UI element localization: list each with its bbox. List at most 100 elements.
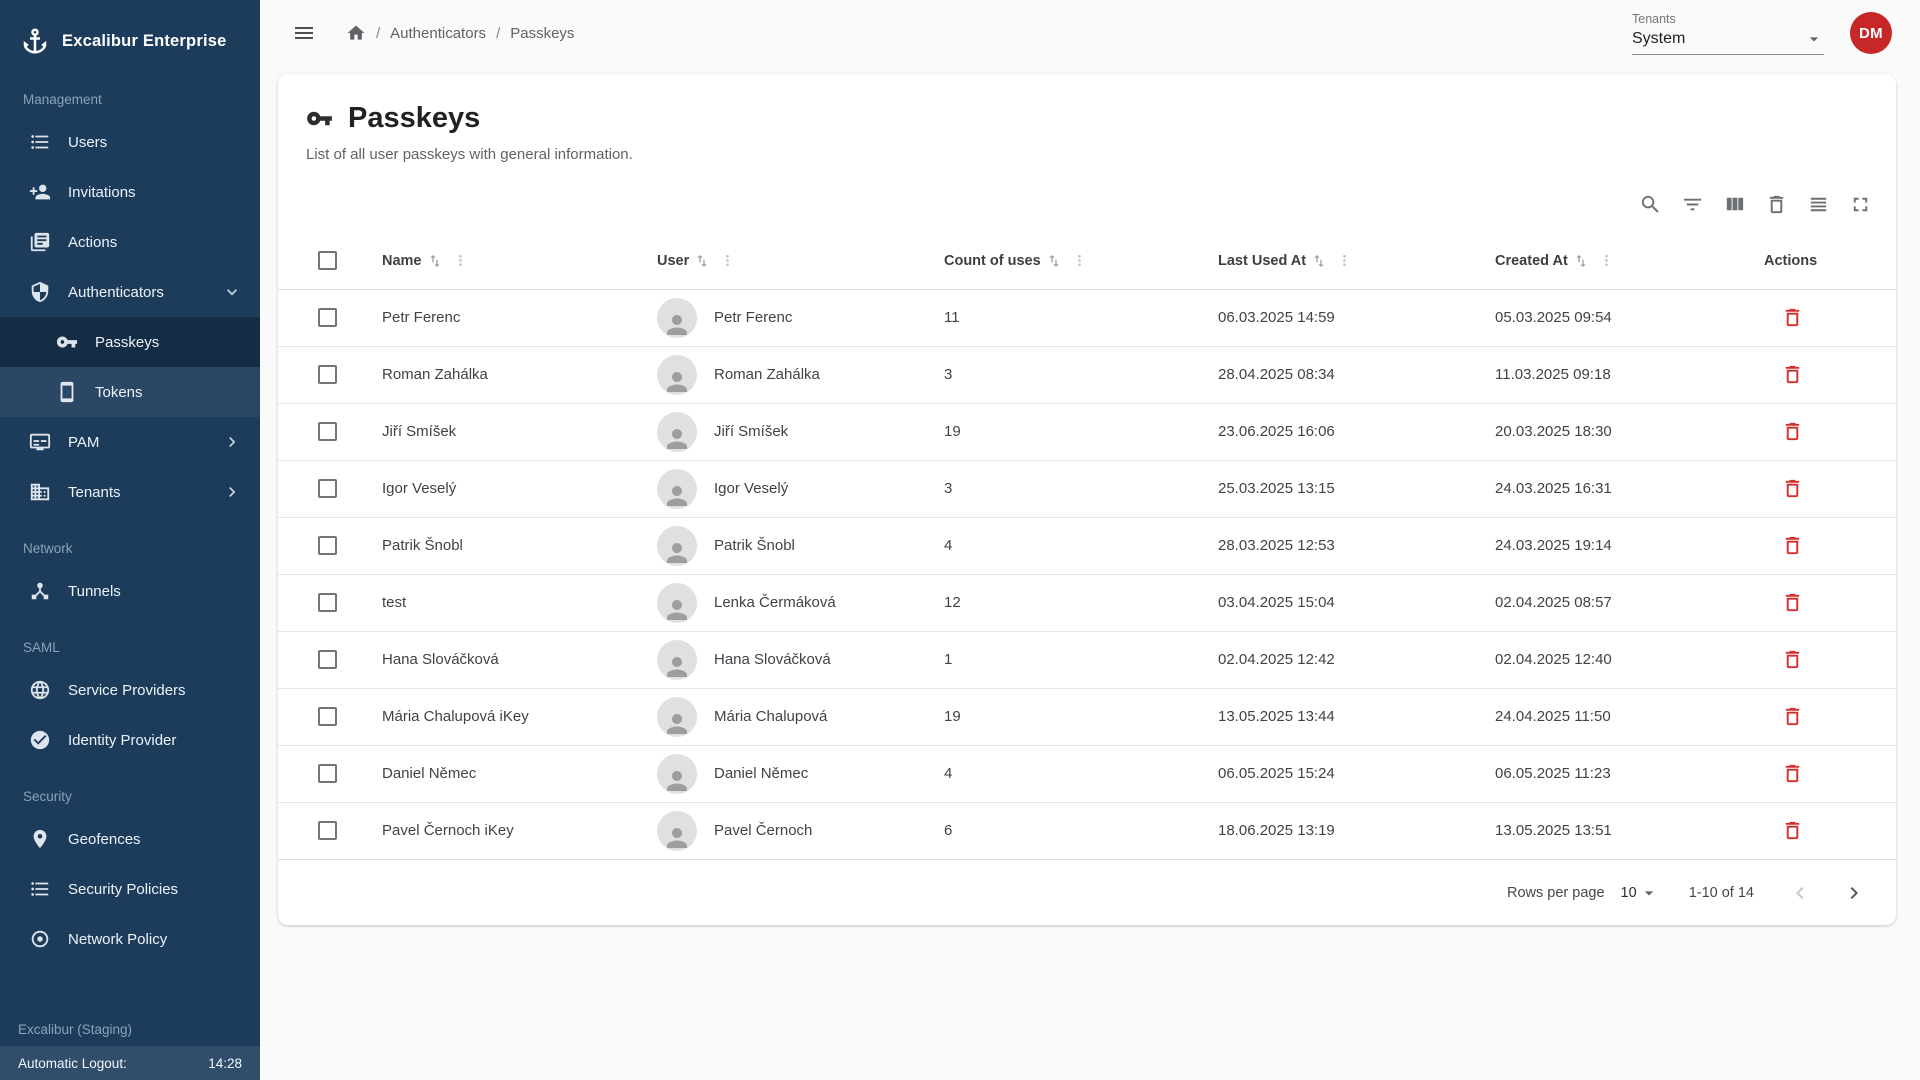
column-menu-icon[interactable] xyxy=(1071,252,1088,269)
previous-page-button[interactable] xyxy=(1780,873,1820,913)
fullscreen-button[interactable] xyxy=(1840,184,1880,224)
passkey-name: Hana Slováčková xyxy=(382,651,499,668)
card-header: Passkeys List of all user passkeys with … xyxy=(278,74,1896,163)
row-checkbox[interactable] xyxy=(318,764,337,783)
sidebar-item-passkeys[interactable]: Passkeys xyxy=(0,317,260,367)
delete-selected-button[interactable] xyxy=(1756,184,1796,224)
sidebar-item-tenants[interactable]: Tenants xyxy=(0,467,260,517)
filter-button[interactable] xyxy=(1672,184,1712,224)
row-checkbox[interactable] xyxy=(318,479,337,498)
row-checkbox[interactable] xyxy=(318,650,337,669)
column-header-created[interactable]: Created At xyxy=(1495,233,1764,289)
breadcrumb-authenticators[interactable]: Authenticators xyxy=(390,25,486,42)
passkey-name: test xyxy=(382,594,406,611)
breadcrumb-home[interactable] xyxy=(346,23,366,43)
row-checkbox[interactable] xyxy=(318,536,337,555)
table-row[interactable]: Igor Veselý Igor Veselý 3 25.03.2025 13:… xyxy=(278,460,1896,517)
user-avatar xyxy=(657,640,697,680)
column-header-count[interactable]: Count of uses xyxy=(944,233,1218,289)
delete-row-button[interactable] xyxy=(1772,412,1812,452)
sort-icon[interactable] xyxy=(1311,253,1327,269)
count-of-uses: 6 xyxy=(944,822,952,839)
user-avatar xyxy=(657,355,697,395)
delete-row-button[interactable] xyxy=(1772,298,1812,338)
table-row[interactable]: Daniel Němec Daniel Němec 4 06.05.2025 1… xyxy=(278,745,1896,802)
count-of-uses: 19 xyxy=(944,423,961,440)
delete-row-button[interactable] xyxy=(1772,583,1812,623)
table-row[interactable]: Hana Slováčková Hana Slováčková 1 02.04.… xyxy=(278,631,1896,688)
count-of-uses: 19 xyxy=(944,708,961,725)
column-menu-icon[interactable] xyxy=(719,252,736,269)
tenant-select[interactable]: Tenants System xyxy=(1632,12,1824,55)
row-checkbox[interactable] xyxy=(318,593,337,612)
passkey-name: Mária Chalupová iKey xyxy=(382,708,529,725)
sort-icon[interactable] xyxy=(427,253,443,269)
chevron-right-icon xyxy=(1842,881,1866,905)
column-menu-icon[interactable] xyxy=(1336,252,1353,269)
delete-row-button[interactable] xyxy=(1772,754,1812,794)
table-row[interactable]: Roman Zahálka Roman Zahálka 3 28.04.2025… xyxy=(278,346,1896,403)
sort-icon[interactable] xyxy=(1046,253,1062,269)
delete-row-button[interactable] xyxy=(1772,469,1812,509)
row-checkbox[interactable] xyxy=(318,821,337,840)
column-menu-icon[interactable] xyxy=(1598,252,1615,269)
sidebar-item-network-policy[interactable]: Network Policy xyxy=(0,914,260,964)
column-header-name[interactable]: Name xyxy=(382,233,657,289)
density-button[interactable] xyxy=(1798,184,1838,224)
person-icon xyxy=(662,424,692,452)
sidebar-item-users[interactable]: Users xyxy=(0,117,260,167)
user-name: Roman Zahálka xyxy=(714,366,820,383)
user-avatar xyxy=(657,298,697,338)
table-row[interactable]: Pavel Černoch iKey Pavel Černoch 6 18.06… xyxy=(278,802,1896,859)
count-of-uses: 12 xyxy=(944,594,961,611)
delete-row-button[interactable] xyxy=(1772,526,1812,566)
trash-icon xyxy=(1781,363,1804,386)
home-icon xyxy=(346,23,366,43)
select-all-checkbox[interactable] xyxy=(318,251,337,270)
sidebar-item-tokens[interactable]: Tokens xyxy=(0,367,260,417)
table-row[interactable]: Mária Chalupová iKey Mária Chalupová 19 … xyxy=(278,688,1896,745)
sidebar-item-authenticators[interactable]: Authenticators xyxy=(0,267,260,317)
user-avatar xyxy=(657,469,697,509)
sort-icon[interactable] xyxy=(694,253,710,269)
table-row[interactable]: Patrik Šnobl Patrik Šnobl 4 28.03.2025 1… xyxy=(278,517,1896,574)
rows-per-page-label: Rows per page xyxy=(1507,885,1605,901)
delete-row-button[interactable] xyxy=(1772,355,1812,395)
table-row[interactable]: Jiří Smíšek Jiří Smíšek 19 23.06.2025 16… xyxy=(278,403,1896,460)
row-checkbox[interactable] xyxy=(318,422,337,441)
breadcrumb-passkeys[interactable]: Passkeys xyxy=(510,25,574,42)
sidebar-item-service-providers[interactable]: Service Providers xyxy=(0,665,260,715)
user-avatar-button[interactable]: DM xyxy=(1850,12,1892,54)
sidebar-item-identity-provider[interactable]: Identity Provider xyxy=(0,715,260,765)
delete-row-button[interactable] xyxy=(1772,811,1812,851)
created-at: 24.04.2025 11:50 xyxy=(1495,708,1611,725)
sidebar-item-tunnels[interactable]: Tunnels xyxy=(0,566,260,616)
column-header-last-used[interactable]: Last Used At xyxy=(1218,233,1495,289)
sidebar-item-geofences[interactable]: Geofences xyxy=(0,814,260,864)
person-icon xyxy=(662,766,692,794)
search-button[interactable] xyxy=(1630,184,1670,224)
delete-row-button[interactable] xyxy=(1772,697,1812,737)
app-root: Excalibur Enterprise Management Users In… xyxy=(0,0,1920,1080)
column-header-user[interactable]: User xyxy=(657,233,944,289)
rows-per-page-select[interactable]: 10 xyxy=(1621,883,1659,903)
sidebar-item-pam[interactable]: PAM xyxy=(0,417,260,467)
user-avatar xyxy=(657,583,697,623)
table-row[interactable]: test Lenka Čermáková 12 03.04.2025 15:04… xyxy=(278,574,1896,631)
sidebar-item-actions[interactable]: Actions xyxy=(0,217,260,267)
column-menu-icon[interactable] xyxy=(452,252,469,269)
created-at: 02.04.2025 12:40 xyxy=(1495,651,1612,668)
menu-toggle-button[interactable] xyxy=(284,13,324,53)
row-checkbox[interactable] xyxy=(318,365,337,384)
sidebar-item-security-policies[interactable]: Security Policies xyxy=(0,864,260,914)
brand-name: Excalibur Enterprise xyxy=(62,32,226,51)
row-checkbox[interactable] xyxy=(318,707,337,726)
sidebar-item-invitations[interactable]: Invitations xyxy=(0,167,260,217)
row-checkbox[interactable] xyxy=(318,308,337,327)
columns-button[interactable] xyxy=(1714,184,1754,224)
table-row[interactable]: Petr Ferenc Petr Ferenc 11 06.03.2025 14… xyxy=(278,289,1896,346)
next-page-button[interactable] xyxy=(1834,873,1874,913)
delete-row-button[interactable] xyxy=(1772,640,1812,680)
sort-icon[interactable] xyxy=(1573,253,1589,269)
view-columns-icon xyxy=(1723,193,1746,216)
